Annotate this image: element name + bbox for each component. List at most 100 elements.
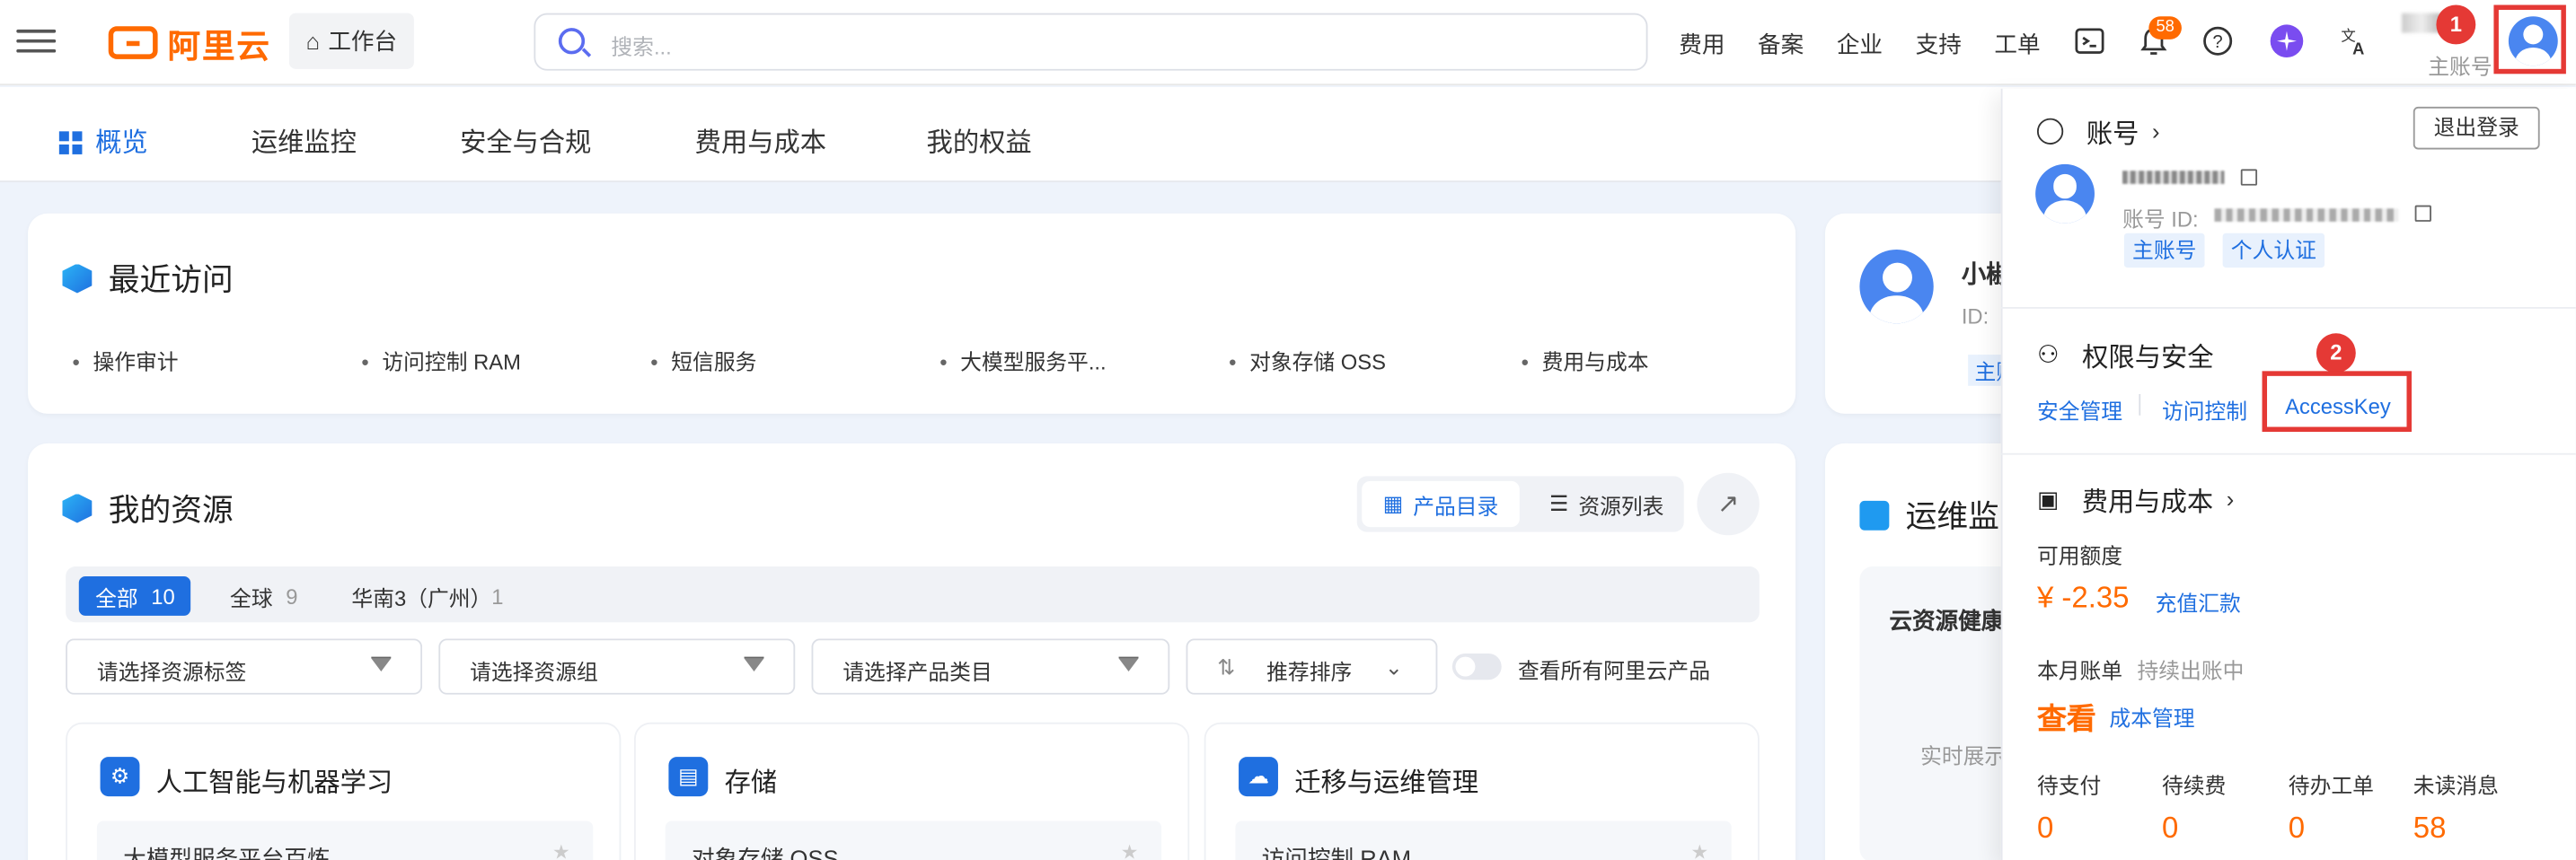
- resource-group-select[interactable]: 请选择资源组: [438, 638, 796, 695]
- ai-assistant-icon[interactable]: [2269, 23, 2305, 59]
- aliyun-logo[interactable]: 阿里云: [108, 20, 271, 66]
- avatar: [2035, 163, 2095, 224]
- ops-monitor-title: 运维监: [1859, 493, 1999, 537]
- recharge-link[interactable]: 充值汇款: [2156, 586, 2241, 618]
- avatar: [1859, 250, 1934, 324]
- menu-icon[interactable]: [16, 23, 57, 59]
- tab-overview-label: 概览: [95, 129, 148, 158]
- list-icon: ☰: [1549, 490, 1569, 516]
- search-icon: [558, 28, 586, 55]
- sort-icon: ⇅: [1217, 654, 1236, 680]
- tab-cost[interactable]: 费用与成本: [695, 120, 826, 160]
- product-row[interactable]: 访问控制 RAM ★: [1235, 821, 1732, 860]
- select-placeholder: 请选择资源标签: [96, 660, 247, 685]
- unread-messages-count[interactable]: 58: [2413, 812, 2447, 846]
- filter-guangzhou[interactable]: 华南3（广州） 1: [351, 576, 503, 616]
- recent-item[interactable]: 费用与成本: [1522, 345, 1649, 376]
- product-row[interactable]: 大模型服务平台百炼 ★: [96, 821, 594, 860]
- product-catalog-view-button[interactable]: ▦ 产品目录: [1362, 480, 1520, 528]
- product-row[interactable]: 对象存储 OSS ★: [665, 821, 1162, 860]
- user-id-label: ID:: [1961, 303, 1989, 329]
- notification-badge: 58: [2148, 16, 2182, 39]
- filter-icon: [371, 656, 392, 677]
- billing-status: 持续出账中: [2137, 658, 2245, 683]
- recent-visits-title-text: 最近访问: [108, 264, 234, 299]
- sort-select[interactable]: ⇅ 推荐排序 ⌄: [1186, 638, 1438, 695]
- star-icon[interactable]: ★: [1121, 840, 1139, 860]
- nav-enterprise[interactable]: 企业: [1837, 28, 1883, 61]
- recent-visits-title: 最近访问: [62, 256, 234, 300]
- accesskey-highlight: [2262, 371, 2412, 433]
- svg-text:?: ?: [2213, 32, 2223, 52]
- tab-security-compliance[interactable]: 安全与合规: [460, 120, 591, 160]
- pending-renewal-count[interactable]: 0: [2162, 812, 2178, 846]
- account-id-blurred: [2214, 208, 2399, 222]
- expand-arrow-button[interactable]: ↗: [1697, 472, 1760, 536]
- filter-label: 华南3（广州）: [351, 585, 492, 610]
- copy-icon[interactable]: [2240, 169, 2258, 186]
- terminal-icon[interactable]: [2071, 23, 2107, 59]
- product-name: 大模型服务平台百炼: [123, 845, 331, 860]
- ai-icon: ⚙: [100, 757, 140, 797]
- workbench-button[interactable]: ⌂ 工作台: [288, 13, 414, 69]
- product-name: 对象存储 OSS: [692, 845, 839, 860]
- logo-text: 阿里云: [167, 29, 271, 66]
- cost-section-header[interactable]: ▣ 费用与成本 ›: [2037, 479, 2234, 519]
- workbench-label: 工作台: [328, 28, 398, 55]
- account-section-header[interactable]: 账号 ›: [2036, 111, 2160, 151]
- pending-tickets-count[interactable]: 0: [2289, 812, 2305, 846]
- help-icon[interactable]: ?: [2200, 23, 2236, 59]
- my-resources-title: 我的资源: [62, 486, 234, 530]
- search-input[interactable]: 搜索...: [534, 13, 1648, 71]
- account-id-label: 账号 ID:: [2122, 206, 2199, 232]
- resource-list-view-button[interactable]: ☰ 资源列表: [1534, 481, 1679, 527]
- view-bill-link[interactable]: 查看: [2037, 696, 2096, 739]
- filter-global[interactable]: 全球 9: [230, 576, 297, 616]
- product-name: 访问控制 RAM: [1261, 845, 1412, 860]
- product-category-select[interactable]: 请选择产品类目: [811, 638, 1170, 695]
- pending-payment-count[interactable]: 0: [2037, 812, 2053, 846]
- user-avatar-button[interactable]: [2493, 4, 2566, 75]
- category-card-ai: ⚙ 人工智能与机器学习 大模型服务平台百炼 ★: [66, 722, 622, 860]
- top-bar: 阿里云 ⌂ 工作台 搜索... 费用 备案 企业 支持 工单 58 ? 文A 主…: [0, 0, 2576, 86]
- category-card-storage: ▤ 存储 对象存储 OSS ★: [633, 722, 1190, 860]
- chevron-right-icon: ›: [2226, 486, 2235, 513]
- nav-tickets[interactable]: 工单: [1994, 28, 2040, 61]
- star-icon[interactable]: ★: [1690, 840, 1708, 860]
- resources-icon: [62, 493, 93, 523]
- recent-item[interactable]: 对象存储 OSS: [1229, 345, 1386, 376]
- personal-cert-tag[interactable]: 个人认证: [2222, 233, 2325, 268]
- tab-benefits[interactable]: 我的权益: [927, 120, 1032, 160]
- access-control-link[interactable]: 访问控制: [2162, 394, 2247, 426]
- stat-label: 待续费: [2161, 773, 2227, 798]
- cost-management-link[interactable]: 成本管理: [2109, 701, 2194, 733]
- logout-button[interactable]: 退出登录: [2413, 106, 2540, 150]
- category-title: 迁移与运维管理: [1294, 769, 1479, 798]
- show-all-products-toggle[interactable]: [1451, 653, 1502, 680]
- resource-tag-select[interactable]: 请选择资源标签: [66, 638, 423, 695]
- ops-monitor-title-text: 运维监: [1905, 500, 1999, 536]
- recent-item[interactable]: 访问控制 RAM: [361, 345, 521, 376]
- recent-item[interactable]: 大模型服务平...: [940, 345, 1106, 376]
- tab-ops-monitoring[interactable]: 运维监控: [251, 120, 357, 160]
- my-resources-title-text: 我的资源: [108, 494, 234, 529]
- copy-icon[interactable]: [2414, 205, 2431, 222]
- category-card-migration: ☁ 迁移与运维管理 访问控制 RAM ★: [1204, 722, 1760, 860]
- translate-icon[interactable]: 文A: [2336, 23, 2372, 59]
- nav-support[interactable]: 支持: [1916, 28, 1962, 61]
- tab-overview[interactable]: 概览: [58, 120, 148, 160]
- filter-all[interactable]: 全部 10: [78, 575, 192, 616]
- filter-icon: [744, 656, 764, 677]
- grid-icon: [58, 131, 83, 154]
- monitor-icon: [1859, 499, 1890, 530]
- recent-item[interactable]: 操作审计: [72, 345, 178, 376]
- home-icon: ⌂: [305, 28, 321, 55]
- stat-label: 未读消息: [2413, 773, 2499, 798]
- recent-item[interactable]: 短信服务: [650, 345, 756, 376]
- filter-icon: [1118, 656, 1139, 677]
- link-separator: [2139, 393, 2141, 416]
- star-icon[interactable]: ★: [552, 840, 570, 860]
- nav-fees[interactable]: 费用: [1679, 28, 1725, 61]
- nav-filing[interactable]: 备案: [1758, 28, 1804, 61]
- security-management-link[interactable]: 安全管理: [2037, 394, 2122, 426]
